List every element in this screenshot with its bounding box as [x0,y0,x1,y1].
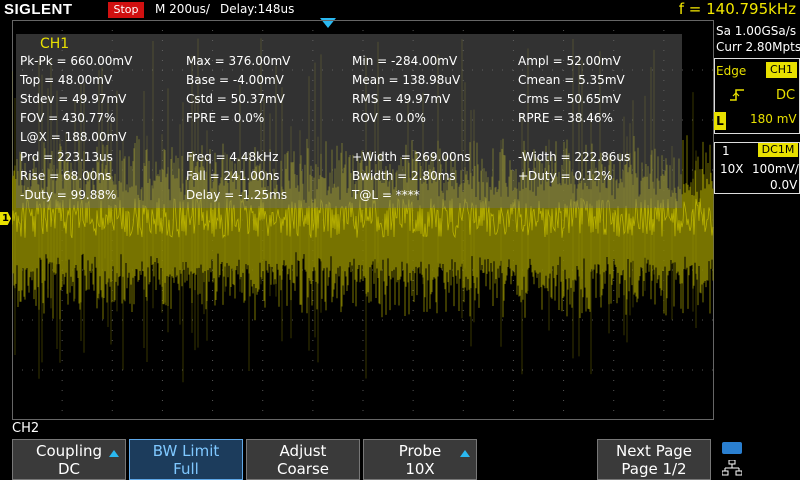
measurement-value: RMS = 49.97mV [352,92,451,106]
bw-limit-label: BW Limit [152,442,220,460]
measurement-value: Prd = 223.13us [20,150,113,164]
next-page-button[interactable]: Next Page Page 1/2 [597,439,711,480]
next-page-label: Next Page [615,442,693,460]
measurement-value: ROV = 0.0% [352,111,426,125]
bw-limit-button[interactable]: BW Limit Full [129,439,243,480]
measurement-value: Fall = 241.00ns [186,169,280,183]
rising-edge-icon [730,89,744,101]
adjust-button[interactable]: Adjust Coarse [246,439,360,480]
measurement-value: Max = 376.00mV [186,54,291,68]
vertical-offset: 0.0V [770,178,798,192]
channel-coupling-badge: DC1M [758,143,798,157]
adjust-label: Adjust [279,442,327,460]
measurement-value: Freq = 4.48kHz [186,150,279,164]
measurement-value: +Duty = 0.12% [518,169,613,183]
channel-number: 1 [722,144,730,158]
trigger-source-badge: CH1 [766,62,797,78]
network-icon [722,460,742,476]
measurement-value: FOV = 430.77% [20,111,116,125]
vertical-scale: 100mV/ [752,162,799,176]
probe-ratio: 10X [720,162,744,176]
measurement-value: Rise = 68.00ns [20,169,112,183]
measurement-value: Ampl = 52.00mV [518,54,621,68]
measurement-value: Top = 48.00mV [20,73,113,87]
measurement-value: Base = -4.00mV [186,73,284,87]
menu-title: CH2 [12,421,40,436]
measurement-value: Cmean = 5.35mV [518,73,625,87]
measurement-value: Stdev = 49.97mV [20,92,127,106]
measurement-value: Bwidth = 2.80ms [352,169,456,183]
usb-icon [722,442,742,454]
page-indicator: Page 1/2 [621,460,687,478]
measurement-value: +Width = 269.00ns [352,150,471,164]
measurement-value: -Width = 222.86us [518,150,631,164]
brand-logo: SIGLENT [4,1,73,18]
adjust-value: Coarse [276,460,330,478]
measurement-value: Mean = 138.98uV [352,73,461,87]
probe-button[interactable]: Probe 10X [363,439,477,480]
measurement-value: L@X = 188.00mV [20,130,127,144]
measurement-value: FPRE = 0.0% [186,111,265,125]
trigger-level: 180 mV [750,112,797,126]
measurement-value: T@L = **** [352,188,420,202]
memory-depth: Curr 2.80Mpts [716,40,800,54]
measurement-channel-title: CH1 [40,36,70,52]
measurement-value: Crms = 50.65mV [518,92,621,106]
frequency-counter: f = 140.795kHz [678,0,796,18]
coupling-button[interactable]: Coupling DC [12,439,126,480]
measurement-value: Min = -284.00mV [352,54,458,68]
bw-limit-value: Full [173,460,199,478]
trigger-level-badge: L [714,112,726,130]
measurement-value: RPRE = 38.46% [518,111,613,125]
measurement-value: Delay = -1.25ms [186,188,288,202]
status-bar: SIGLENT Stop M 200us/ Delay:148us f = 14… [0,0,800,20]
measurement-value: -Duty = 99.88% [20,188,117,202]
coupling-value: DC [57,460,81,478]
trigger-type: Edge [716,64,747,78]
cycle-arrow-icon [460,450,470,457]
run-stop-indicator[interactable]: Stop [108,2,144,18]
probe-value: 10X [405,460,435,478]
delay-readout: Delay:148us [220,2,295,16]
timebase-readout: M 200us/ [155,2,210,16]
cycle-arrow-icon [109,450,119,457]
trigger-coupling: DC [776,88,796,103]
measurement-value: Pk-Pk = 660.00mV [20,54,133,68]
ch1-offset-marker[interactable]: 1 [0,212,11,225]
sample-rate: Sa 1.00GSa/s [716,24,797,38]
measurement-value: Cstd = 50.37mV [186,92,285,106]
